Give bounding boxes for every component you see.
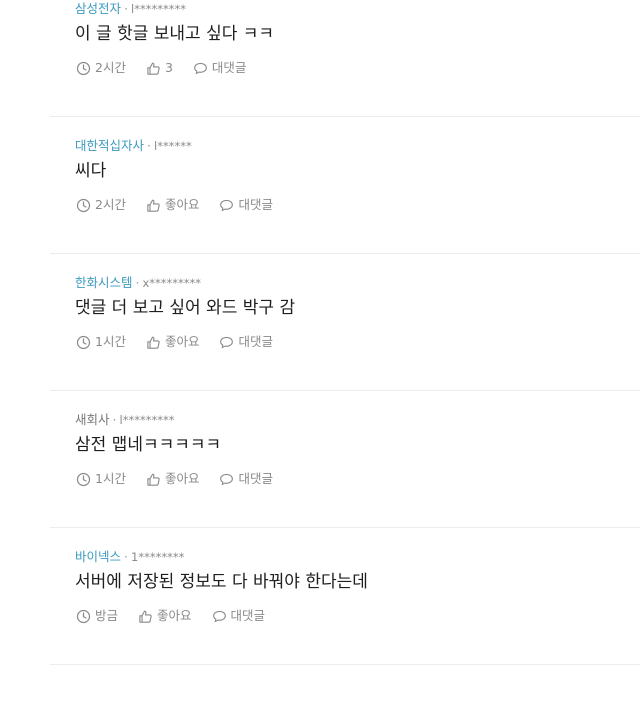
comment-meta: 대한적십자사 · l******	[75, 138, 192, 154]
reply-button[interactable]: 대댓글	[219, 334, 273, 350]
comment-text: 댓글 더 보고 싶어 와드 박구 감	[75, 298, 296, 318]
company-name-link[interactable]: 바이넥스	[75, 549, 121, 564]
time-label: 방금	[95, 608, 119, 623]
clock-icon	[76, 472, 91, 486]
comment-actions: 2시간 3 대댓글	[76, 60, 266, 76]
thumbs-up-icon	[139, 610, 152, 623]
like-label: 좋아요	[164, 334, 200, 349]
time-label: 2시간	[95, 197, 126, 212]
masked-username: l******	[154, 139, 192, 153]
like-label: 좋아요	[164, 471, 200, 486]
company-name-link[interactable]: 삼성전자	[75, 1, 121, 16]
reply-button[interactable]: 대댓글	[193, 60, 247, 76]
reply-label: 대댓글	[238, 471, 273, 486]
company-name-link[interactable]: 대한적십자사	[75, 138, 144, 153]
timestamp: 1시간	[76, 471, 126, 487]
comment-meta: 한화시스템 · x*********	[75, 275, 201, 291]
reply-button[interactable]: 대댓글	[212, 608, 266, 624]
comment-text: 서버에 저장된 정보도 다 바꿔야 한다는데	[75, 572, 368, 592]
reply-label: 대댓글	[230, 608, 266, 623]
meta-separator: ·	[112, 412, 117, 427]
reply-label: 대댓글	[211, 60, 247, 75]
like-button[interactable]: 좋아요	[138, 608, 192, 624]
comment-actions: 방금 좋아요 대댓글	[76, 608, 285, 624]
meta-separator: ·	[124, 549, 128, 564]
speech-bubble-icon	[220, 473, 234, 485]
clock-icon	[76, 609, 91, 623]
comment-item: 삼성전자 · l********* 이 글 핫글 보내고 싶다 ㅋㅋ 2시간 3 대…	[50, 0, 640, 117]
reply-label: 대댓글	[238, 197, 273, 212]
like-label: 좋아요	[164, 197, 200, 212]
timestamp: 2시간	[76, 60, 126, 76]
masked-username: x*********	[142, 276, 202, 290]
comment-meta: 새회사 · l*********	[75, 412, 174, 428]
comment-actions: 1시간 좋아요 대댓글	[76, 471, 293, 487]
comment-item: 바이넥스 · 1******** 서버에 저장된 정보도 다 바꿔야 한다는데 방금…	[50, 528, 640, 665]
thumbs-up-icon	[147, 199, 160, 212]
comment-item: 한화시스템 · x********* 댓글 더 보고 싶어 와드 박구 감 1시간 …	[50, 254, 640, 391]
comment-item: 대한적십자사 · l****** 씨다 2시간 좋아요 대댓글	[50, 117, 640, 254]
comment-text: 삼전 맵네ㅋㅋㅋㅋㅋ	[75, 435, 222, 455]
thumbs-up-icon	[147, 473, 160, 486]
thumbs-up-icon	[147, 336, 160, 349]
like-button[interactable]: 3	[146, 60, 173, 76]
speech-bubble-icon	[220, 336, 234, 348]
comment-text: 씨다	[75, 161, 107, 181]
like-button[interactable]: 좋아요	[146, 197, 200, 213]
comment-list: 삼성전자 · l********* 이 글 핫글 보내고 싶다 ㅋㅋ 2시간 3 대…	[50, 0, 640, 665]
comment-meta: 삼성전자 · l*********	[75, 1, 186, 17]
time-label: 1시간	[95, 471, 126, 486]
comment-actions: 1시간 좋아요 대댓글	[76, 334, 293, 350]
reply-button[interactable]: 대댓글	[219, 471, 273, 487]
clock-icon	[76, 61, 91, 75]
meta-separator: ·	[124, 1, 128, 16]
masked-username: l*********	[119, 413, 175, 427]
clock-icon	[76, 198, 91, 212]
clock-icon	[76, 335, 91, 349]
comment-text: 이 글 핫글 보내고 싶다 ㅋㅋ	[75, 24, 275, 44]
time-label: 2시간	[95, 60, 126, 75]
reply-button[interactable]: 대댓글	[219, 197, 273, 213]
timestamp: 1시간	[76, 334, 126, 350]
like-button[interactable]: 좋아요	[146, 471, 200, 487]
speech-bubble-icon	[212, 610, 226, 622]
like-label: 좋아요	[157, 608, 192, 623]
time-label: 1시간	[95, 334, 126, 349]
comment-meta: 바이넥스 · 1********	[75, 549, 184, 565]
comment-actions: 2시간 좋아요 대댓글	[76, 197, 293, 213]
company-name-link[interactable]: 한화시스템	[75, 275, 133, 290]
timestamp: 2시간	[76, 197, 126, 213]
speech-bubble-icon	[194, 62, 207, 74]
masked-username: l*********	[131, 2, 186, 16]
masked-username: 1********	[131, 550, 185, 564]
like-label: 3	[164, 60, 173, 75]
reply-label: 대댓글	[238, 334, 273, 349]
speech-bubble-icon	[220, 199, 234, 211]
company-name: 새회사	[75, 412, 110, 427]
like-button[interactable]: 좋아요	[146, 334, 200, 350]
thumbs-up-icon	[147, 62, 160, 75]
timestamp: 방금	[76, 608, 118, 624]
meta-separator: ·	[135, 275, 140, 290]
comment-item: 새회사 · l********* 삼전 맵네ㅋㅋㅋㅋㅋ 1시간 좋아요 대댓글	[50, 391, 640, 528]
meta-separator: ·	[147, 138, 151, 153]
